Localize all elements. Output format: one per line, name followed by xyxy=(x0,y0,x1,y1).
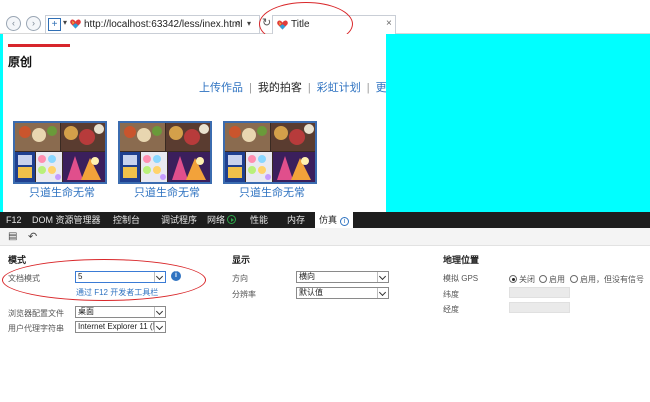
geo-section-title: 地理位置 xyxy=(443,255,480,265)
card-image[interactable] xyxy=(223,121,317,184)
ua-string-value: Internet Explorer 11 (默 xyxy=(78,322,161,331)
gps-radio-on[interactable]: 启用 xyxy=(539,274,565,285)
chevron-down-icon xyxy=(154,307,165,317)
devtools-tab-bar: F12 DOM 资源管理器 控制台 调试程序 网络 性能 内存 仿真 i xyxy=(0,212,650,228)
radio-selected-icon xyxy=(509,275,517,283)
latitude-label: 纬度 xyxy=(443,290,459,299)
nav-separator: | xyxy=(249,82,252,94)
gps-label: 模拟 GPS xyxy=(443,274,479,283)
card-caption[interactable]: 只道生命无常 xyxy=(225,184,319,200)
tab-debugger[interactable]: 调试程序 xyxy=(161,212,197,228)
radio-icon xyxy=(539,275,547,283)
ua-string-select[interactable]: Internet Explorer 11 (默 xyxy=(75,321,166,333)
back-arrow-icon: ‹ xyxy=(12,18,15,28)
longitude-input xyxy=(509,302,570,313)
tab-emulation-label: 仿真 xyxy=(319,215,338,225)
tab-performance[interactable]: 性能 xyxy=(250,212,268,228)
address-url-text[interactable]: http://localhost:63342/less/inex.html xyxy=(84,19,242,30)
tab-f12[interactable]: F12 xyxy=(6,212,22,228)
forward-arrow-icon: › xyxy=(32,18,35,28)
search-icon[interactable]: ⌕ xyxy=(235,17,241,30)
browser-chrome: ‹ › + ▾ http://localhost:63342/less/inex… xyxy=(0,0,650,46)
card-image[interactable] xyxy=(13,121,107,184)
latitude-input xyxy=(509,287,570,298)
accent-bar xyxy=(8,44,70,47)
resolution-select[interactable]: 默认值 xyxy=(296,287,389,299)
mode-section-title: 模式 xyxy=(8,255,27,265)
chevron-down-icon xyxy=(154,322,165,332)
nav-link-my-paike[interactable]: 我的拍客 xyxy=(258,82,302,94)
devtools-toolbar: ▤ ↶ xyxy=(0,228,650,246)
collage-image xyxy=(120,123,210,182)
gps-no-signal-label: 启用，但没有信号 xyxy=(580,275,644,284)
page-nav: 上传作品 | 我的拍客 | 彩虹计划 | 更多哦 xyxy=(199,79,386,95)
nav-link-more[interactable]: 更多哦 xyxy=(376,82,386,94)
page-viewport: 原创 上传作品 | 我的拍客 | 彩虹计划 | 更多哦 xyxy=(0,34,650,212)
resolution-value: 默认值 xyxy=(299,288,323,297)
search-dropdown-icon[interactable]: ▾ xyxy=(247,19,251,28)
gps-radio-no-signal[interactable]: 启用，但没有信号 xyxy=(570,274,644,285)
favicon-icon xyxy=(70,19,81,32)
tab-console[interactable]: 控制台 xyxy=(113,212,140,228)
page-content: 原创 上传作品 | 我的拍客 | 彩虹计划 | 更多哦 xyxy=(3,34,386,212)
tab-emulation[interactable]: 仿真 i xyxy=(315,212,354,228)
gps-on-label: 启用 xyxy=(549,275,565,284)
reset-icon[interactable]: ↶ xyxy=(28,230,37,243)
ua-string-label: 用户代理字符串 xyxy=(8,324,64,333)
orientation-select[interactable]: 横向 xyxy=(296,271,389,283)
resolution-label: 分辨率 xyxy=(232,290,256,299)
close-icon[interactable]: × xyxy=(386,18,392,29)
tab-memory[interactable]: 内存 xyxy=(287,212,305,228)
longitude-label: 经度 xyxy=(443,305,459,314)
gps-off-label: 关闭 xyxy=(519,275,535,284)
address-bar[interactable]: + ▾ http://localhost:63342/less/inex.htm… xyxy=(45,15,260,34)
gps-radio-off[interactable]: 关闭 xyxy=(509,274,535,285)
nav-separator: | xyxy=(366,82,370,94)
play-icon xyxy=(227,215,237,224)
emulation-panel: 模式 文档模式 5 i 通过 F12 开发者工具栏 浏览器配置文件 桌面 用户代… xyxy=(0,246,650,402)
browser-profile-value: 桌面 xyxy=(78,307,94,316)
card-caption[interactable]: 只道生命无常 xyxy=(15,184,109,200)
back-button[interactable]: ‹ xyxy=(6,16,21,31)
chevron-down-icon xyxy=(377,288,388,298)
orientation-value: 横向 xyxy=(299,272,315,281)
radio-icon xyxy=(570,275,578,283)
nav-link-upload[interactable]: 上传作品 xyxy=(199,82,243,94)
chevron-down-icon[interactable]: ▾ xyxy=(63,18,67,27)
orientation-label: 方向 xyxy=(232,274,248,283)
nav-separator: | xyxy=(307,82,311,94)
collage-image xyxy=(225,123,315,182)
page-heading: 原创 xyxy=(8,55,33,69)
tab-network-label: 网络 xyxy=(207,215,226,225)
tab-network[interactable]: 网络 xyxy=(207,212,237,228)
info-icon: i xyxy=(340,217,350,226)
card-caption[interactable]: 只道生命无常 xyxy=(120,184,214,200)
profile-icon[interactable]: ▤ xyxy=(8,231,17,242)
browser-profile-select[interactable]: 桌面 xyxy=(75,306,166,318)
tab-dom-explorer[interactable]: DOM 资源管理器 xyxy=(32,212,101,228)
forward-button[interactable]: › xyxy=(26,16,41,31)
chevron-down-icon xyxy=(377,272,388,282)
nav-link-rainbow[interactable]: 彩虹计划 xyxy=(317,82,361,94)
browser-profile-label: 浏览器配置文件 xyxy=(8,309,64,318)
collage-image xyxy=(15,123,105,182)
card-image[interactable] xyxy=(118,121,212,184)
display-section-title: 显示 xyxy=(232,255,251,265)
compatibility-icon[interactable]: + xyxy=(48,18,61,31)
annotation-circle xyxy=(2,259,206,301)
